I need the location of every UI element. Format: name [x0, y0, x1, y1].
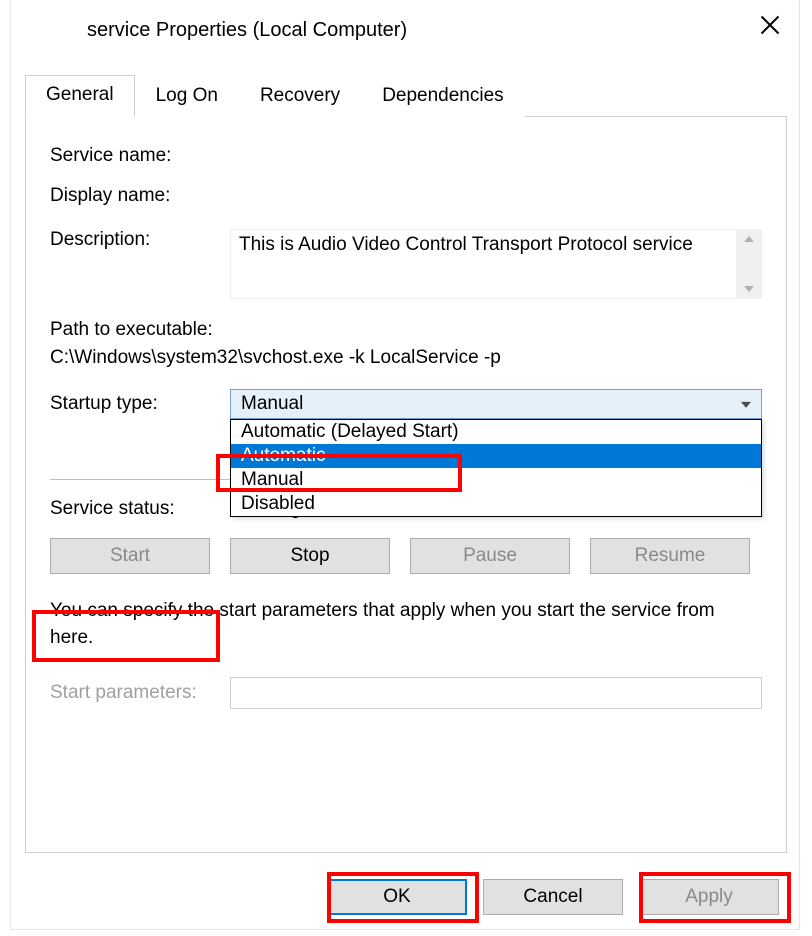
startup-type-dropdown[interactable]: Automatic (Delayed Start) Automatic Manu…	[230, 419, 762, 517]
pause-button[interactable]: Pause	[410, 538, 570, 574]
path-label: Path to executable:	[50, 319, 762, 341]
service-control-buttons: Start Stop Pause Resume	[50, 538, 762, 574]
tab-log-on[interactable]: Log On	[135, 76, 239, 117]
service-status-label: Service status:	[50, 498, 230, 520]
cancel-button[interactable]: Cancel	[483, 879, 623, 915]
start-parameters-hint: You can specify the start parameters tha…	[50, 598, 762, 651]
tab-general[interactable]: General	[25, 75, 135, 117]
ok-button[interactable]: OK	[327, 879, 467, 915]
startup-option-manual[interactable]: Manual	[231, 468, 761, 492]
scroll-up-icon[interactable]	[744, 236, 754, 242]
startup-option-delayed[interactable]: Automatic (Delayed Start)	[231, 420, 761, 444]
close-icon[interactable]	[759, 14, 781, 36]
general-panel: Service name: Display name: Description:…	[25, 117, 787, 853]
scroll-down-icon[interactable]	[744, 286, 754, 292]
startup-option-disabled[interactable]: Disabled	[231, 492, 761, 516]
resume-button[interactable]: Resume	[590, 538, 750, 574]
tab-dependencies[interactable]: Dependencies	[361, 76, 524, 117]
service-properties-dialog: service Properties (Local Computer) Gene…	[10, 0, 800, 930]
description-label: Description:	[50, 229, 230, 251]
startup-type-value: Manual	[241, 393, 303, 415]
description-text: This is Audio Video Control Transport Pr…	[239, 234, 693, 255]
start-button[interactable]: Start	[50, 538, 210, 574]
titlebar: service Properties (Local Computer)	[11, 0, 799, 60]
startup-option-automatic[interactable]: Automatic	[231, 444, 761, 468]
start-parameters-input[interactable]	[230, 677, 762, 709]
apply-button[interactable]: Apply	[639, 879, 779, 915]
description-box: This is Audio Video Control Transport Pr…	[230, 229, 762, 299]
stop-button[interactable]: Stop	[230, 538, 390, 574]
path-value: C:\Windows\system32\svchost.exe -k Local…	[50, 347, 762, 369]
service-name-label: Service name:	[50, 145, 230, 167]
start-parameters-label: Start parameters:	[50, 682, 230, 704]
display-name-label: Display name:	[50, 185, 230, 207]
chevron-down-icon	[741, 402, 751, 408]
description-scrollbar[interactable]	[736, 230, 762, 298]
tab-strip: General Log On Recovery Dependencies	[25, 74, 787, 117]
dialog-footer-buttons: OK Cancel Apply	[327, 879, 779, 915]
dialog-title: service Properties (Local Computer)	[87, 19, 407, 42]
startup-type-selected[interactable]: Manual	[230, 389, 762, 419]
tab-recovery[interactable]: Recovery	[239, 76, 361, 117]
startup-type-label: Startup type:	[50, 393, 230, 415]
startup-type-combo[interactable]: Manual Automatic (Delayed Start) Automat…	[230, 389, 762, 419]
